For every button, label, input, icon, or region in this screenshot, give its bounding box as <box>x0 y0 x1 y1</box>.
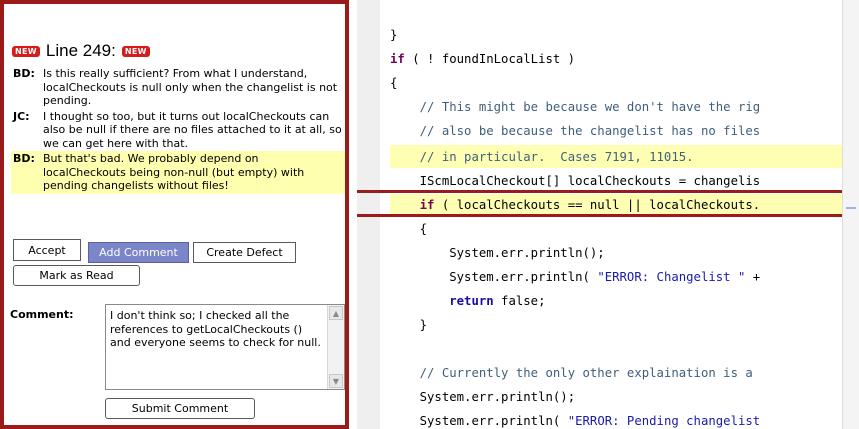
create-defect-button[interactable]: Create Defect <box>193 242 296 263</box>
accept-button[interactable]: Accept <box>13 239 81 261</box>
code-line: // This might be because we don't have t… <box>419 100 761 114</box>
line-title: Line 249: <box>45 41 116 60</box>
new-badge: NEW <box>121 45 150 57</box>
scroll-up-icon[interactable]: ▲ <box>329 306 343 320</box>
comment-thread: BD: Is this really sufficient? From what… <box>11 66 345 194</box>
message-author: BD: <box>13 152 35 165</box>
message-text: Is this really sufficient? From what I u… <box>43 67 338 107</box>
code-line: System.err.println(); <box>419 390 576 404</box>
message-author: BD: <box>13 67 35 80</box>
code-scrollbar[interactable] <box>842 0 859 429</box>
add-comment-button[interactable]: Add Comment <box>88 242 189 263</box>
code-line: // in particular. Cases 7191, 11015. <box>419 150 694 164</box>
thread-message-highlighted: BD: But that's bad. We probably depend o… <box>11 151 345 194</box>
code-line: { <box>390 76 398 90</box>
scroll-down-icon[interactable]: ▼ <box>329 374 343 388</box>
mark-as-read-button[interactable]: Mark as Read <box>13 265 140 286</box>
thread-message: BD: Is this really sufficient? From what… <box>11 66 345 109</box>
comment-input-text[interactable]: I don't think so; I checked all the refe… <box>110 309 322 350</box>
code-line: { <box>419 222 428 236</box>
submit-comment-button[interactable]: Submit Comment <box>105 398 255 419</box>
code-line: } <box>390 28 398 42</box>
thread-message: JC: I thought so too, but it turns out l… <box>11 109 345 152</box>
code-line: // also be because the changelist has no… <box>419 124 761 138</box>
code-line: System.err.println( "ERROR: Pending chan… <box>419 414 761 428</box>
code-line-under-review: if ( localCheckouts == null || localChec… <box>419 198 761 212</box>
code-line: // Currently the only other explaination… <box>419 366 753 380</box>
new-badge: NEW <box>12 45 40 57</box>
review-panel: NEW Line 249: NEW BD: Is this really suf… <box>0 0 349 429</box>
review-header: NEW Line 249: NEW <box>12 40 150 62</box>
scroll-position-mark <box>846 207 856 209</box>
code-line: return false; <box>449 294 546 308</box>
code-line: System.err.println( "ERROR: Changelist "… <box>449 270 761 284</box>
code-line: if ( ! foundInLocalList ) <box>390 52 576 66</box>
message-author: JC: <box>13 109 30 123</box>
code-pane: } if ( ! foundInLocalList ) { // This mi… <box>349 0 859 429</box>
code-line: System.err.println(); <box>449 246 605 260</box>
message-text: I thought so too, but it turns out local… <box>43 109 342 150</box>
code-line: IScmLocalCheckout[] localCheckouts = cha… <box>419 174 761 188</box>
code-editor[interactable]: } if ( ! foundInLocalList ) { // This mi… <box>390 0 842 429</box>
comment-input[interactable]: I don't think so; I checked all the refe… <box>105 304 345 390</box>
message-text: But that's bad. We probably depend on lo… <box>43 152 305 192</box>
code-line: } <box>419 318 428 332</box>
comment-label: Comment: <box>10 308 74 321</box>
comment-scrollbar[interactable]: ▲ ▼ <box>327 305 344 389</box>
